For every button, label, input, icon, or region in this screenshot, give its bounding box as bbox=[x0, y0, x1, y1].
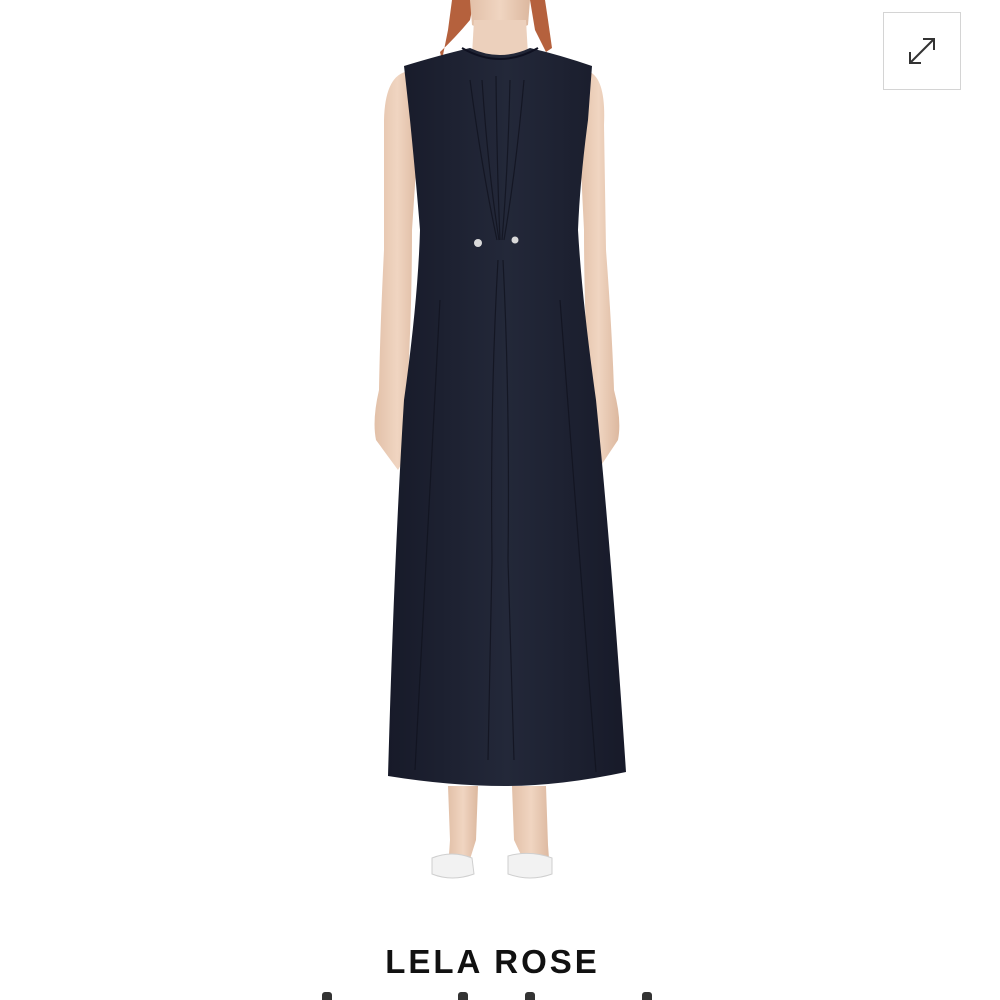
product-image[interactable] bbox=[0, 0, 1000, 910]
product-page: LELA ROSE bbox=[0, 0, 1000, 1000]
expand-arrows-icon bbox=[909, 38, 935, 64]
expand-image-button[interactable] bbox=[883, 12, 961, 90]
brand-name[interactable]: LELA ROSE bbox=[0, 940, 985, 984]
dress-photo bbox=[374, 0, 626, 879]
product-title-cutoff bbox=[0, 990, 1000, 1000]
